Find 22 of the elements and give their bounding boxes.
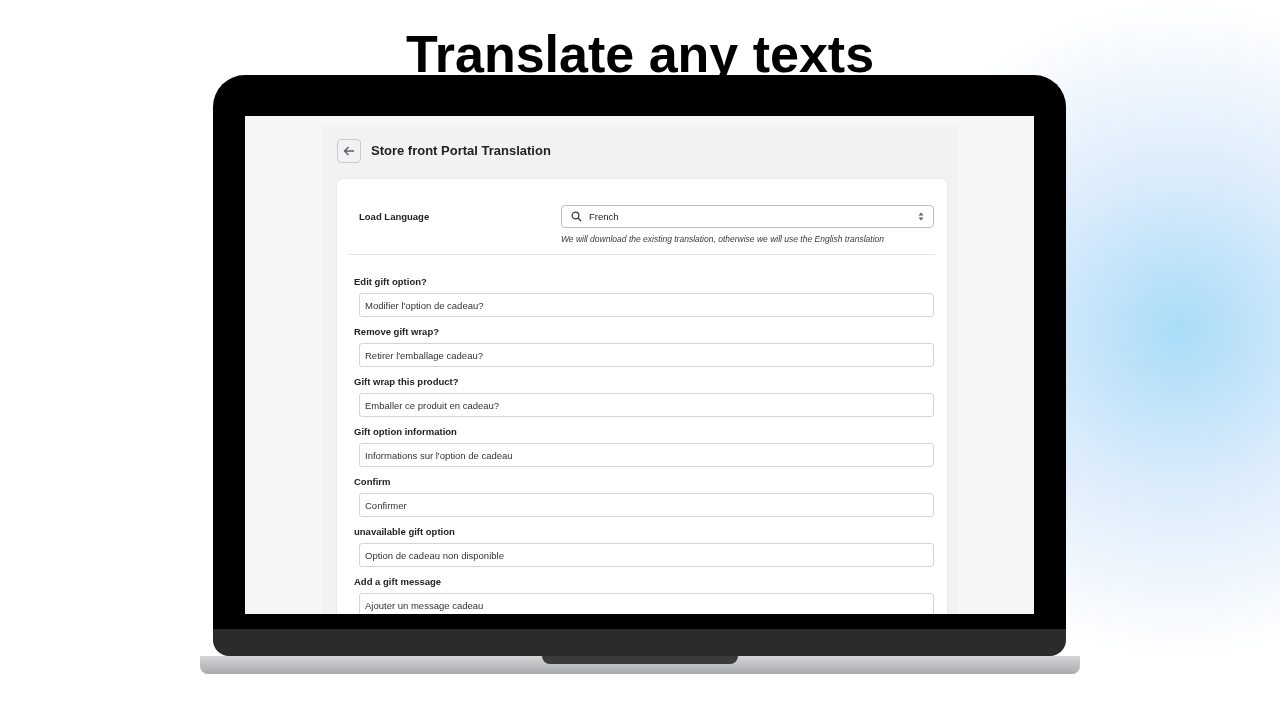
back-button[interactable]: [337, 138, 361, 163]
field-label: Gift option information: [354, 426, 457, 438]
field-label: Confirm: [354, 476, 391, 488]
input-field[interactable]: Modifier l'option de cadeau?: [359, 293, 934, 317]
input-field[interactable]: Retirer l'emballage cadeau?: [359, 343, 934, 367]
sort-arrows-icon: [918, 212, 924, 221]
field-label: Add a gift message: [354, 576, 442, 588]
back-arrow-icon: [343, 145, 355, 156]
field-label: Remove gift wrap?: [354, 326, 439, 338]
field-label: Load Language: [359, 211, 431, 222]
field-label: Edit gift option?: [354, 276, 427, 288]
input-field[interactable]: Ajouter un message cadeau: [359, 593, 934, 614]
input-field[interactable]: Emballer ce produit en cadeau?: [359, 393, 934, 417]
field-label: unavailable gift option: [354, 526, 455, 538]
search-icon: [571, 211, 582, 222]
language-select[interactable]: French: [561, 205, 934, 228]
hint-text: We will download the existing translation, otherwise we will use the English translation: [561, 234, 885, 244]
input-field[interactable]: Informations sur l'option de cadeau: [359, 443, 934, 467]
input-field[interactable]: Confirmer: [359, 493, 934, 517]
page-title: Store front Portal Translation: [371, 143, 551, 158]
field-label: Gift wrap this product?: [354, 376, 459, 388]
input-field[interactable]: Option de cadeau non disponible: [359, 543, 934, 567]
